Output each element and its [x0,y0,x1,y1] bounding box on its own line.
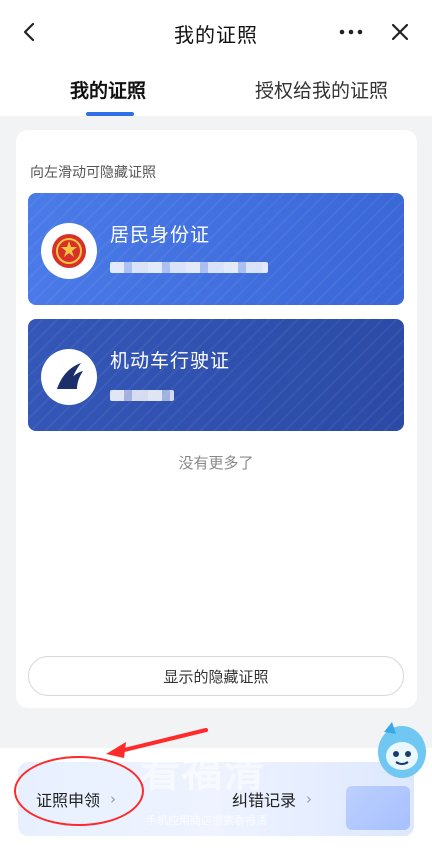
vehicle-license-logo-icon [57,363,83,389]
tab-authorized-licenses[interactable]: 授权给我的证照 [255,76,388,103]
mascot-icon [378,722,426,778]
license-name: 机动车行驶证 [110,350,231,372]
show-hidden-licenses-button[interactable]: 显示的隐藏证照 [28,656,404,696]
more-button[interactable] [336,20,366,44]
page-title: 我的证照 [174,23,258,47]
watermark-subtext: 手机应用商店搜索看福清 [146,814,267,827]
chevron-right-icon: › [306,790,313,808]
license-name: 居民身份证 [110,224,211,246]
masked-number [110,262,268,273]
swipe-hint: 向左滑动可隐藏证照 [30,165,156,181]
top-bar: 我的证照 [0,0,432,62]
license-badge [41,223,97,279]
close-icon [391,23,409,41]
license-card-vehicle[interactable]: 机动车行驶证 [28,319,404,431]
annotation-arrow [106,728,208,758]
license-badge [41,349,97,405]
tab-bar: 我的证照 授权给我的证照 [0,62,432,116]
license-card-id[interactable]: 居民身份证 [28,193,404,305]
active-tab-indicator [86,112,134,116]
national-emblem-icon [52,234,86,268]
masked-number [110,390,174,401]
more-horizontal-icon [339,29,363,35]
close-button[interactable] [386,18,414,46]
license-card-illustration [346,786,410,830]
no-more-text: 没有更多了 [178,454,254,472]
annotation-circle [14,756,144,826]
tab-my-licenses[interactable]: 我的证照 [70,76,146,103]
